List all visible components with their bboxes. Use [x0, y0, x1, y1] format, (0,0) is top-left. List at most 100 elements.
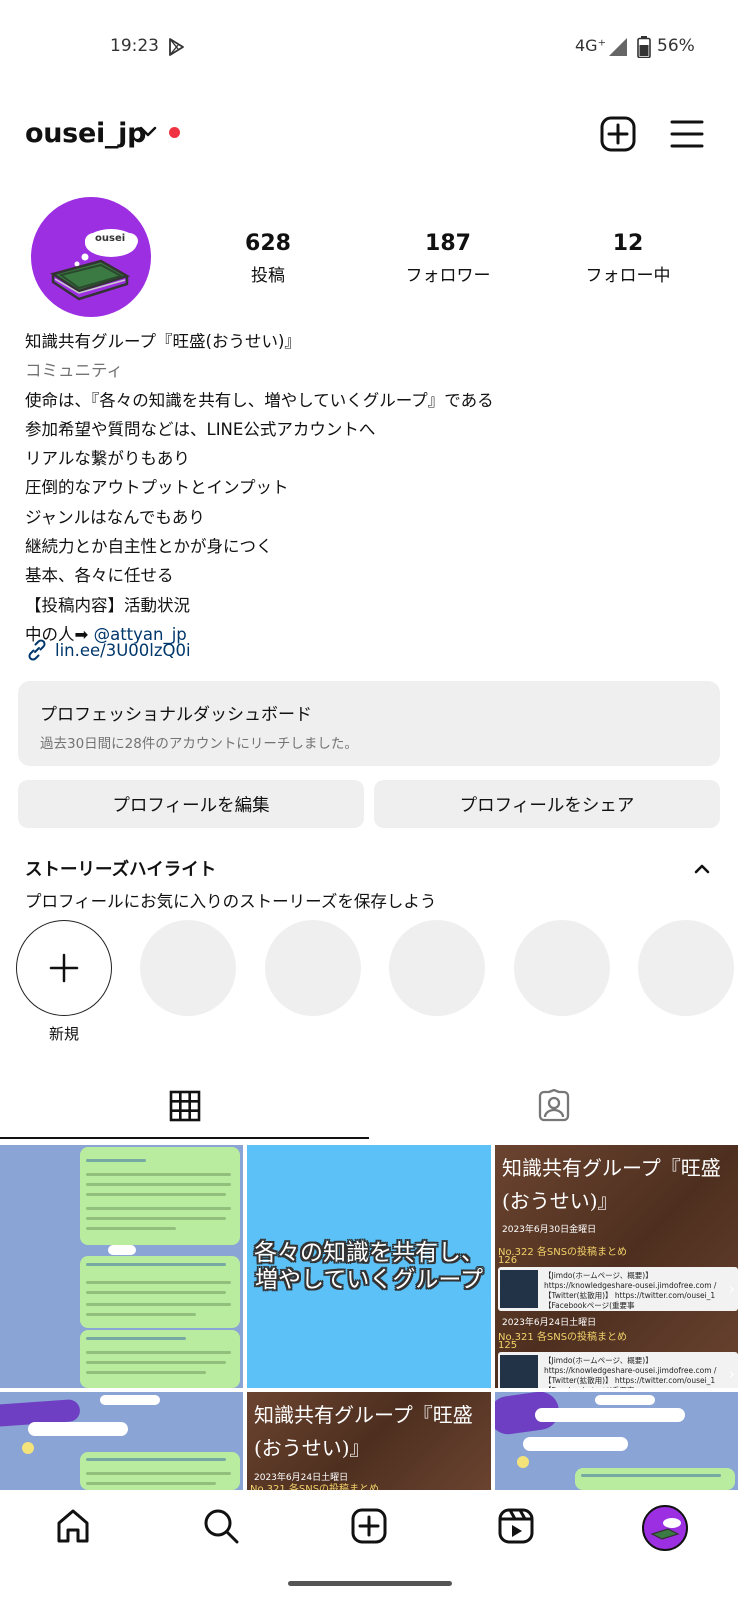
post-thumbnail-chat-1[interactable] [0, 1145, 243, 1388]
chat-text-line [86, 1361, 226, 1364]
profile-avatar[interactable]: ousei [31, 197, 151, 317]
chevron-up-icon[interactable] [694, 860, 710, 879]
tagged-person-icon [538, 1089, 569, 1122]
highlight-placeholder [265, 920, 361, 1016]
post-thumbnail-chat-3[interactable] [495, 1392, 738, 1490]
chat-text-line [86, 1227, 176, 1230]
stat-followers[interactable]: 187 フォロワー [383, 231, 513, 286]
chevron-right-icon: › [728, 1279, 735, 1298]
bio-line: 参加希望や質問などは、LINE公式アカウントへ [25, 419, 376, 439]
highlights-title: ストーリーズハイライト [25, 860, 217, 880]
summary-count: 125 [498, 1340, 518, 1351]
posts-label: 投稿 [251, 266, 285, 286]
chat-text-line [86, 1281, 231, 1284]
chat-text-line [86, 1472, 231, 1475]
stat-following[interactable]: 12 フォロー中 [563, 231, 693, 286]
link-preview-card: 【Jimdo(ホームページ、概要)】 https://knowledgeshar… [498, 1352, 738, 1388]
bottom-navigation [0, 1490, 738, 1570]
bio-line: 圧倒的なアウトプットとインプット [25, 478, 289, 498]
link-preview-card: 【Jimdo(ホームページ、概要)】 https://knowledgeshar… [498, 1267, 738, 1311]
grid-icon [169, 1090, 200, 1122]
post-thumbnail-summary-2[interactable]: 知識共有グループ『旺盛(おうせい)』 2023年6月24日土曜日 No.321 … [247, 1392, 491, 1490]
chat-text-line [86, 1217, 226, 1220]
chat-text-line [86, 1183, 231, 1186]
chat-date-chip [595, 1395, 655, 1405]
chat-text-line [86, 1303, 231, 1306]
following-label: フォロー中 [585, 266, 671, 286]
post-thumbnail-chat-2[interactable] [0, 1392, 243, 1490]
chat-date-chip [108, 1245, 136, 1255]
bio-category: コミュニティ [25, 361, 124, 381]
bio-line: 【投稿内容】活動状況 [25, 595, 190, 615]
bio-link-text: lin.ee/3U00lzQ0i [55, 640, 191, 660]
plus-square-icon [600, 116, 636, 152]
chat-text-line [581, 1474, 721, 1477]
chat-bubble [575, 1468, 735, 1490]
link-preview-text: 【Jimdo(ホームページ、概要)】 https://knowledgeshar… [544, 1356, 717, 1388]
chat-text-line [86, 1351, 231, 1354]
chevron-right-icon: › [728, 1364, 735, 1383]
highlight-placeholder [514, 920, 610, 1016]
bio-line: 使命は、『各々の知識を共有し、増やしていくグループ』である [25, 390, 494, 410]
active-tab-indicator [0, 1137, 369, 1139]
highlight-placeholder [638, 920, 734, 1016]
home-icon[interactable] [55, 1508, 91, 1548]
summary-entry: No.322 各SNSの投稿まとめ [498, 1247, 628, 1258]
edit-profile-button[interactable]: プロフィールを編集 [18, 780, 364, 828]
sticker-dot [517, 1456, 529, 1468]
bio-line: ジャンルはなんでもあり [25, 507, 205, 527]
post-thumbnail-mission[interactable]: 各々の知識を共有し、 増やしていくグループ [247, 1145, 491, 1388]
create-post-button[interactable] [600, 116, 636, 156]
chat-text-line [86, 1159, 146, 1162]
menu-button[interactable] [670, 118, 704, 154]
username[interactable]: ousei_jp [25, 118, 146, 149]
summary-date: 2023年6月24日土曜日 [502, 1318, 597, 1328]
chat-text-line [86, 1263, 226, 1266]
tab-tagged[interactable] [369, 1072, 738, 1140]
link-icon [28, 639, 46, 661]
avatar-logo-text: ousei [95, 233, 126, 244]
chat-date-chip [100, 1395, 160, 1405]
summary-title: 知識共有グループ『旺盛(おうせい)』 [502, 1156, 721, 1213]
play-store-icon [166, 37, 186, 61]
chat-white-bubble [535, 1408, 685, 1422]
dashboard-title: プロフェッショナルダッシュボード [40, 705, 312, 725]
reels-icon[interactable] [498, 1508, 534, 1548]
chat-text-line [86, 1458, 226, 1461]
bio-line: リアルな繋がりもあり [25, 449, 190, 469]
sticker-dot [22, 1442, 34, 1454]
bio-line: 継続力とか自主性とかが身につく [25, 537, 273, 557]
following-count: 12 [612, 231, 644, 256]
battery-percent: 56% [657, 36, 695, 56]
profile-header: ousei_jp [0, 108, 738, 164]
chat-text-line [86, 1313, 196, 1316]
tab-posts-grid[interactable] [0, 1072, 369, 1140]
status-time: 19:23 [110, 36, 159, 56]
followers-label: フォロワー [405, 266, 491, 286]
post-thumbnail-summary-1[interactable]: 知識共有グループ『旺盛(おうせい)』 2023年6月30日金曜日 No.322 … [495, 1145, 738, 1388]
chat-text-line [86, 1371, 206, 1374]
search-icon[interactable] [203, 1508, 239, 1548]
summary-entry: No.321 各SNSの投稿まとめ [250, 1484, 380, 1490]
chat-text-line [86, 1207, 231, 1210]
stat-posts[interactable]: 628 投稿 [203, 231, 333, 286]
new-highlight-button[interactable] [16, 920, 112, 1016]
posts-count: 628 [245, 231, 291, 256]
profile-nav-avatar[interactable] [642, 1505, 688, 1551]
chat-white-bubble [523, 1437, 628, 1451]
network-indicator: 4G⁺ [575, 36, 607, 55]
mission-text-line-2: 増やしていくグループ [255, 1266, 483, 1293]
professional-dashboard-card[interactable]: プロフェッショナルダッシュボード 過去30日間に28件のアカウントにリーチしまし… [18, 681, 720, 766]
bio-external-link[interactable]: lin.ee/3U00lzQ0i [25, 638, 191, 662]
notification-dot [169, 127, 180, 138]
hamburger-menu-icon [670, 120, 704, 148]
link-preview-text: 【Jimdo(ホームページ、概要)】 https://knowledgeshar… [544, 1271, 717, 1310]
bio-line: 基本、各々に任せる [25, 566, 174, 586]
battery-icon [637, 36, 651, 62]
gesture-home-bar[interactable] [288, 1581, 452, 1586]
create-icon[interactable] [351, 1508, 387, 1548]
share-profile-button[interactable]: プロフィールをシェア [374, 780, 720, 828]
link-preview-image [500, 1270, 538, 1308]
chevron-down-icon[interactable] [139, 124, 157, 143]
chat-white-bubble [28, 1422, 128, 1436]
